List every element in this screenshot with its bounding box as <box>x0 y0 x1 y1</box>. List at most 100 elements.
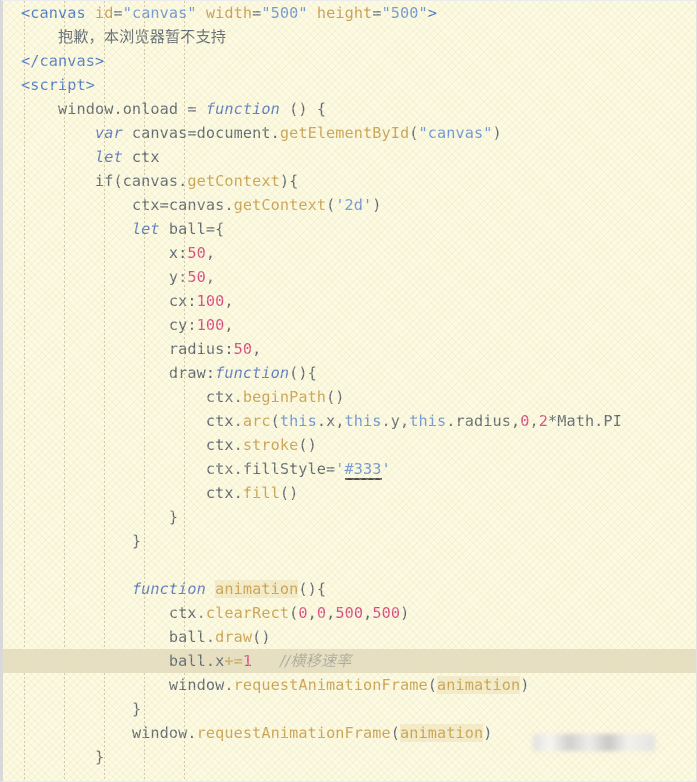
token-plain: ctx. <box>205 436 243 454</box>
token-plain: ctx.fillStyle= <box>205 460 336 478</box>
token-this: this <box>409 412 447 430</box>
token-plain: } <box>94 748 105 766</box>
code-line[interactable]: <canvas id="canvas" width="500" height="… <box>3 1 696 25</box>
token-plain: , <box>252 340 262 358</box>
code-line[interactable]: x:50, <box>3 241 696 265</box>
token-plain: ( <box>427 676 437 694</box>
token-num: 500 <box>335 604 364 622</box>
code-line-text: x:50, <box>3 241 215 265</box>
code-line[interactable]: ctx=canvas.getContext('2d') <box>3 193 696 217</box>
token-plain: ctx=canvas. <box>131 196 234 214</box>
token-plain: ball. <box>168 628 216 646</box>
code-line[interactable]: window.requestAnimationFrame(animation) <box>3 673 696 697</box>
code-line-text: var canvas=document.getElementById("canv… <box>3 121 502 145</box>
token-plain: = <box>113 4 123 22</box>
code-line[interactable]: ctx.stroke() <box>3 433 696 457</box>
token-plain: ctx. <box>205 412 243 430</box>
token-str: ' <box>381 460 391 478</box>
code-line[interactable]: draw:function(){ <box>3 361 696 385</box>
code-line[interactable]: } <box>3 529 696 553</box>
token-num: 100 <box>196 292 225 310</box>
code-line[interactable] <box>3 553 696 577</box>
token-tag: <script> <box>21 76 95 94</box>
token-kw: function <box>215 364 290 382</box>
token-num: 50 <box>233 340 253 358</box>
code-line[interactable]: radius:50, <box>3 337 696 361</box>
token-str: "500" <box>261 4 308 22</box>
code-line[interactable]: cx:100, <box>3 289 696 313</box>
code-line[interactable]: var canvas=document.getElementById("canv… <box>3 121 696 145</box>
token-op: += <box>224 652 243 670</box>
token-plain: () <box>298 436 317 454</box>
token-plain: radius: <box>168 340 234 358</box>
code-line[interactable]: ctx.beginPath() <box>3 385 696 409</box>
token-plain: window.onload = <box>57 100 206 118</box>
token-plain: canvas=document. <box>122 124 280 142</box>
token-plain: window. <box>168 676 234 694</box>
token-str: "500" <box>381 4 428 22</box>
code-line[interactable]: } <box>3 505 696 529</box>
token-comment: //横移速率 <box>279 652 352 670</box>
redaction-blur-block <box>533 734 655 751</box>
code-line-text: let ctx <box>3 145 160 169</box>
code-line[interactable]: 抱歉，本浏览器暂不支持 <box>3 25 696 49</box>
token-plain: x: <box>168 244 188 262</box>
code-line[interactable]: window.onload = function () { <box>3 97 696 121</box>
code-line[interactable]: ball.draw() <box>3 625 696 649</box>
code-line[interactable]: let ball={ <box>3 217 696 241</box>
token-fnhl: animation <box>215 580 299 598</box>
code-line[interactable]: ctx.arc(this.x,this.y,this.radius,0,2*Ma… <box>3 409 696 433</box>
code-line-text: ctx.beginPath() <box>3 385 345 409</box>
token-tag: </canvas> <box>21 52 105 70</box>
token-fn: fill <box>242 484 280 502</box>
token-plain: ( <box>390 724 401 742</box>
code-line[interactable]: } <box>3 697 696 721</box>
code-line[interactable]: function animation(){ <box>3 577 696 601</box>
token-kw: function <box>131 580 206 598</box>
code-line-text: function animation(){ <box>3 577 326 601</box>
token-kw: let <box>131 220 160 238</box>
code-line[interactable]: if(canvas.getContext){ <box>3 169 696 193</box>
code-line-text: draw:function(){ <box>3 361 317 385</box>
code-line-text: radius:50, <box>3 337 261 361</box>
token-plain: , <box>326 604 336 622</box>
code-line[interactable]: cy:100, <box>3 313 696 337</box>
token-colorsw: #333 <box>344 460 382 480</box>
code-line[interactable]: let ctx <box>3 145 696 169</box>
token-attr: width <box>205 4 253 22</box>
token-plain: = <box>252 4 262 22</box>
token-fn: getElementById <box>279 124 410 142</box>
token-num: 1 <box>242 652 253 670</box>
token-plain: , <box>307 604 317 622</box>
token-plain: () <box>326 388 345 406</box>
code-line[interactable]: ball.x+=1 //横移速率 <box>3 649 696 673</box>
code-line[interactable]: y:50, <box>3 265 696 289</box>
token-fn: clearRect <box>205 604 290 622</box>
token-kw: var <box>94 124 123 142</box>
token-plain: (){ <box>289 364 317 382</box>
token-cn: 抱歉，本浏览器暂不支持 <box>57 28 227 46</box>
code-block[interactable]: <canvas id="canvas" width="500" height="… <box>3 1 696 769</box>
code-line[interactable]: ctx.fillStyle='#333' <box>3 457 696 481</box>
code-line-text: if(canvas.getContext){ <box>3 169 298 193</box>
code-line-text: cx:100, <box>3 289 234 313</box>
token-fn: requestAnimationFrame <box>233 676 428 694</box>
code-line-text: </canvas> <box>3 49 104 73</box>
code-line[interactable]: <script> <box>3 73 696 97</box>
code-line[interactable]: </canvas> <box>3 49 696 73</box>
code-line[interactable]: ctx.fill() <box>3 481 696 505</box>
code-line[interactable]: ctx.clearRect(0,0,500,500) <box>3 601 696 625</box>
